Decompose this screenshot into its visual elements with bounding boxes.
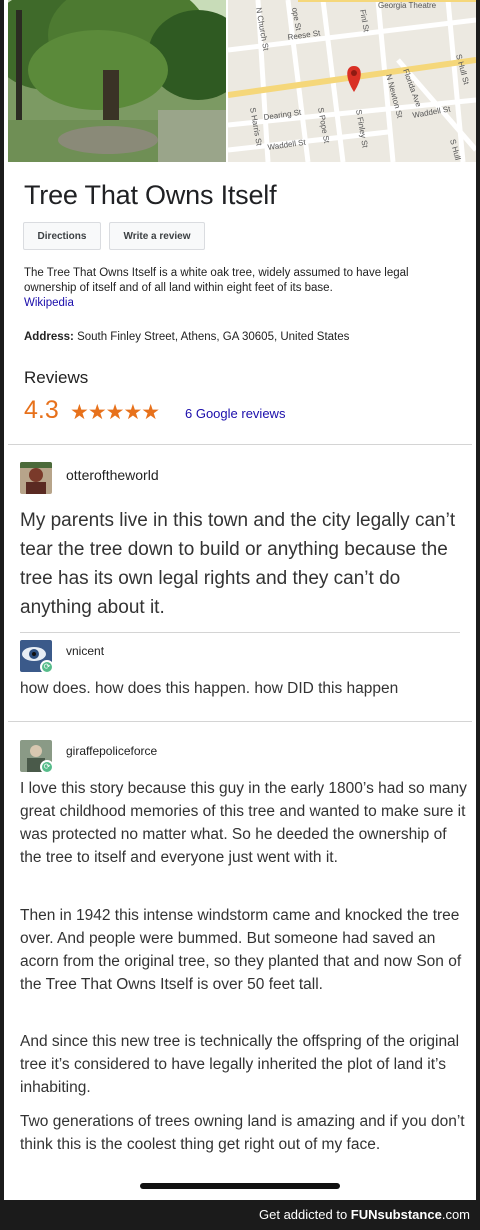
divider	[8, 721, 472, 722]
home-indicator[interactable]	[140, 1183, 340, 1189]
reviews-heading: Reviews	[24, 368, 89, 387]
google-reviews-link[interactable]: 6 Google reviews	[185, 406, 285, 421]
post-paragraph: Two generations of trees owning land is …	[20, 1113, 465, 1153]
post-paragraph: I love this story because this guy in th…	[20, 780, 467, 866]
post-username[interactable]: otteroftheworld	[66, 467, 159, 483]
divider	[20, 632, 460, 633]
avatar[interactable]	[20, 462, 52, 494]
divider	[8, 444, 472, 445]
post-username[interactable]: giraffepoliceforce	[66, 744, 157, 758]
footer-brand: FUNsubstance	[350, 1207, 442, 1222]
place-description: The Tree That Owns Itself is a white oak…	[24, 266, 464, 311]
address-label: Address:	[24, 331, 74, 343]
write-review-button[interactable]: Write a review	[109, 222, 205, 250]
place-address: Address: South Finley Street, Athens, GA…	[24, 331, 349, 343]
wikipedia-link[interactable]: Wikipedia	[24, 297, 74, 309]
reblog-icon: ⟳	[40, 660, 54, 674]
watermark-footer: Get addicted to FUNsubstance.com	[0, 1200, 480, 1230]
description-text: The Tree That Owns Itself is a white oak…	[24, 267, 409, 294]
screenshot-frame: Georgia Theatre Reese St Dearing St Wadd…	[0, 0, 480, 1230]
post-text: how does. how does this happen. how DID …	[20, 680, 399, 697]
post-text: My parents live in this town and the cit…	[20, 510, 456, 618]
reblog-icon: ⟳	[40, 760, 54, 774]
post-paragraph: And since this new tree is technically t…	[20, 1033, 460, 1096]
footer-prefix: Get addicted to	[259, 1207, 351, 1222]
post-username[interactable]: vnicent	[66, 644, 104, 658]
post-paragraph: Then in 1942 this intense windstorm came…	[20, 907, 462, 993]
footer-text[interactable]: Get addicted to FUNsubstance.com	[259, 1207, 470, 1222]
tree-photo[interactable]	[8, 0, 226, 162]
tumblr-thread: otteroftheworld My parents live in this …	[0, 444, 480, 1200]
star-rating-icon: ★★★★★	[70, 401, 160, 424]
footer-suffix: .com	[441, 1207, 470, 1222]
directions-button[interactable]: Directions	[23, 222, 101, 250]
location-map[interactable]: Georgia Theatre Reese St Dearing St Wadd…	[228, 0, 476, 162]
place-title: Tree That Owns Itself	[24, 180, 277, 210]
svg-text:Georgia Theatre: Georgia Theatre	[378, 1, 437, 10]
place-card: Georgia Theatre Reese St Dearing St Wadd…	[0, 0, 480, 444]
address-value: South Finley Street, Athens, GA 30605, U…	[77, 331, 350, 343]
rating-value: 4.3	[24, 396, 59, 424]
